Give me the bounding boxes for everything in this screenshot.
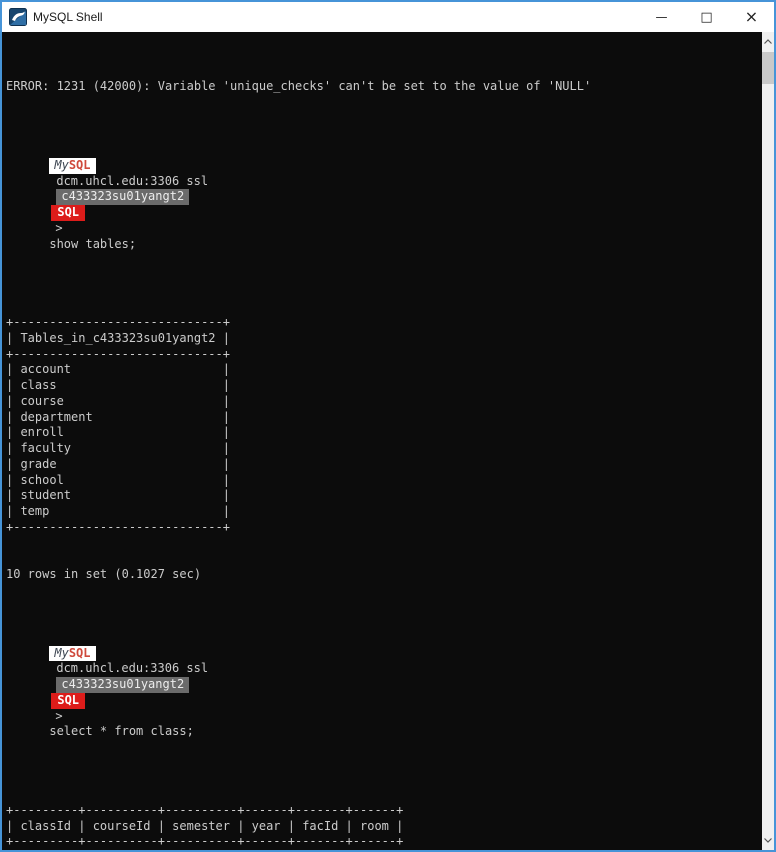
mysql-shell-window: MySQL Shell — □ × ERROR: 1231 (42000): V…: [0, 0, 776, 852]
chevron-up-icon: [764, 39, 772, 44]
schema-badge: c433323su01yangt2: [56, 677, 190, 693]
command-show-tables: show tables;: [49, 236, 137, 251]
schema-badge: c433323su01yangt2: [56, 189, 190, 206]
maximize-button[interactable]: □: [684, 2, 729, 32]
minimize-button[interactable]: —: [639, 2, 684, 32]
connection-host: dcm.uhcl.edu:3306 ssl: [56, 173, 209, 188]
error-line: ERROR: 1231 (42000): Variable 'unique_ch…: [6, 79, 592, 94]
scroll-up-arrow[interactable]: [762, 34, 774, 49]
result-table-class: +---------+----------+----------+------+…: [6, 802, 404, 849]
titlebar: MySQL Shell — □ ×: [2, 2, 774, 32]
result-summary-1: 10 rows in set (0.1027 sec): [6, 566, 202, 581]
close-icon: ×: [744, 7, 759, 26]
result-table-tables: +-----------------------------+ | Tables…: [6, 315, 230, 534]
prompt-line-2: MySQL dcm.uhcl.edu:3306 ssl c433323su01y…: [6, 630, 762, 756]
prompt-caret: >: [55, 220, 63, 235]
sql-mode-badge: SQL: [51, 692, 86, 709]
sql-mode-badge: SQL: [51, 205, 86, 221]
maximize-icon: □: [700, 9, 713, 25]
mysql-logo-badge: MySQL: [49, 645, 96, 662]
chevron-down-icon: [764, 838, 772, 843]
mysql-logo-badge: MySQL: [49, 157, 96, 174]
close-button[interactable]: ×: [729, 2, 774, 32]
scrollbar-thumb[interactable]: [762, 52, 774, 84]
prompt-line-1: MySQL dcm.uhcl.edu:3306 ssl c433323su01y…: [6, 142, 762, 268]
terminal-output[interactable]: ERROR: 1231 (42000): Variable 'unique_ch…: [2, 32, 762, 850]
caption-buttons: — □ ×: [639, 2, 774, 32]
mysql-shell-app-icon: [9, 8, 27, 26]
prompt-caret: >: [55, 708, 63, 723]
command-select-class: select * from class;: [49, 724, 194, 739]
scroll-down-arrow[interactable]: [762, 833, 774, 848]
connection-host: dcm.uhcl.edu:3306 ssl: [56, 661, 209, 676]
minimize-icon: —: [655, 10, 668, 24]
scrollbar[interactable]: [762, 32, 774, 850]
window-title: MySQL Shell: [33, 10, 103, 24]
